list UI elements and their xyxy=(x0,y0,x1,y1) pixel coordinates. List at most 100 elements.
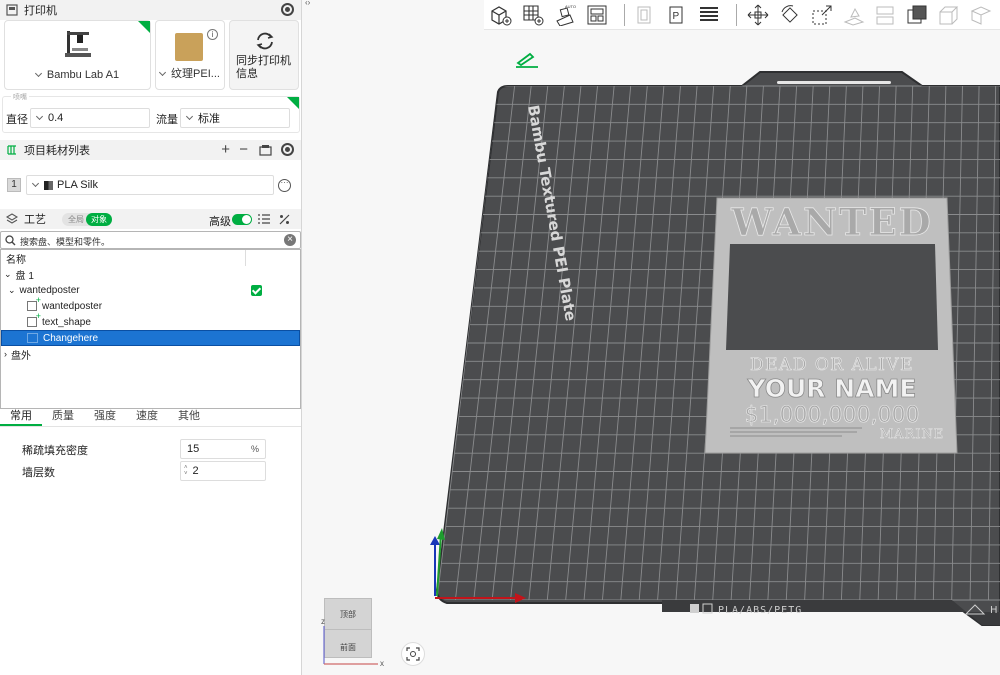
tree-row-part[interactable]: wantedposter xyxy=(1,295,300,314)
sync-button-label: 同步打印机 信息 xyxy=(236,55,291,80)
chevron-down-icon[interactable]: ⌄ xyxy=(4,269,12,280)
stepper-arrows-icon[interactable]: ˄ ˅ xyxy=(184,465,188,477)
advanced-switch[interactable] xyxy=(232,214,252,225)
fit-view-button[interactable] xyxy=(401,642,425,666)
filament-settings-gear-icon[interactable] xyxy=(281,143,294,156)
tree-header-name: 名称 xyxy=(6,254,26,266)
axis-x-label: x xyxy=(380,659,384,668)
process-layers-icon xyxy=(6,213,18,224)
sync-printer-button[interactable]: 同步打印机 信息 xyxy=(229,20,299,90)
3d-viewport[interactable]: ‹› AUTO P PLA/ABS/PETG H Bambu Textured … xyxy=(302,0,1000,675)
plate-thumbnail-icon xyxy=(175,33,203,61)
remove-filament-icon[interactable]: − xyxy=(239,140,248,160)
plate-type-text: 纹理PEI... xyxy=(171,68,220,80)
more-options-icon[interactable]: ··· xyxy=(278,179,291,192)
tab-speed[interactable]: 速度 xyxy=(126,407,168,426)
printer-settings-gear-icon[interactable] xyxy=(281,3,294,16)
chevron-down-icon xyxy=(31,179,40,187)
chevron-down-icon xyxy=(35,112,44,120)
global-object-toggle[interactable]: 全局 对象 xyxy=(62,213,112,226)
sync-icon xyxy=(256,32,274,50)
filament-section-title: 项目耗材列表 xyxy=(24,145,90,157)
part-label: Changehere xyxy=(43,332,99,344)
object-visible-checkbox[interactable] xyxy=(251,285,262,296)
chevron-down-icon xyxy=(34,69,42,78)
poster-name: YOUR NAME xyxy=(747,374,917,403)
filament-icon xyxy=(7,145,16,155)
wanted-poster-model[interactable]: WANTED DEAD OR ALIVE YOUR NAME $1,000,00… xyxy=(704,197,958,454)
printer-card[interactable]: Bambu Lab A1 xyxy=(4,20,151,90)
printer-section-header: 打印机 xyxy=(0,0,301,20)
plate-handle xyxy=(777,81,891,84)
add-filament-icon[interactable]: + xyxy=(221,140,230,160)
outside-label: 盘外 xyxy=(11,350,31,362)
printer-section-title: 打印机 xyxy=(24,5,57,17)
filament-name: PLA Silk xyxy=(57,179,98,191)
tab-common[interactable]: 常用 xyxy=(0,407,42,426)
filament-section-header: 项目耗材列表 + − xyxy=(0,140,301,160)
advanced-label: 高级 xyxy=(209,216,231,228)
view-cube-axes: z x xyxy=(321,617,384,668)
filament-sync-icon[interactable] xyxy=(259,144,272,156)
poster-subtitle: DEAD OR ALIVE xyxy=(750,355,914,375)
infill-density-value: 15 xyxy=(187,443,200,455)
flow-select[interactable]: 标准 xyxy=(180,108,290,128)
poster-photo-window xyxy=(726,244,938,350)
list-icon[interactable] xyxy=(258,214,270,224)
tab-strength[interactable]: 强度 xyxy=(84,407,126,426)
wall-loops-label: 墙层数 xyxy=(22,467,55,479)
filament-slot-number: 1 xyxy=(7,178,21,192)
printer-name: Bambu Lab A1 xyxy=(5,69,150,81)
plate-type-card[interactable]: i 纹理PEI... xyxy=(155,20,225,90)
part-label: wantedposter xyxy=(42,300,103,312)
search-placeholder: 搜索盘、模型和零件。 xyxy=(20,237,111,247)
infill-density-label: 稀疏填充密度 xyxy=(22,445,88,457)
object-label: wantedposter xyxy=(19,284,80,296)
nozzle-group-label: 喷嘴 xyxy=(11,92,29,102)
tab-other[interactable]: 其他 xyxy=(168,407,210,426)
info-icon[interactable]: i xyxy=(207,29,218,40)
poster-title: WANTED xyxy=(730,200,933,244)
wall-loops-stepper[interactable]: ˄ ˅ 2 xyxy=(180,461,266,481)
plate-label: 盘 1 xyxy=(15,270,34,282)
poster-reward: $1,000,000,000 xyxy=(745,403,920,428)
poster-small-text: MARINE xyxy=(880,427,945,442)
filament-select[interactable]: PLA Silk xyxy=(26,175,274,195)
tree-row-plate[interactable]: ⌄ 盘 1 xyxy=(1,266,300,282)
plate-corner-text: H xyxy=(990,605,998,616)
plate-type: 纹理PEI... xyxy=(156,65,224,81)
part-icon xyxy=(27,295,41,311)
chevron-down-icon xyxy=(185,112,194,120)
compare-icon[interactable] xyxy=(279,214,290,225)
tree-row-part[interactable]: text_shape xyxy=(1,311,300,330)
infill-density-input[interactable]: 15 % xyxy=(180,439,266,459)
tree-row-object[interactable]: ⌄ wantedposter xyxy=(1,282,300,298)
settings-tabs: 常用 质量 强度 速度 其他 xyxy=(0,407,301,427)
process-section-header: 工艺 全局 对象 高级 xyxy=(0,209,301,229)
toggle-object-label[interactable]: 对象 xyxy=(86,213,112,226)
part-label: text_shape xyxy=(42,316,91,328)
diameter-label: 直径 xyxy=(6,114,28,126)
printer-icon xyxy=(6,4,18,16)
chevron-down-icon xyxy=(159,68,167,77)
chevron-down-icon[interactable]: ⌄ xyxy=(8,285,16,296)
axis-z-label: z xyxy=(321,617,325,626)
printer-model-icon xyxy=(65,31,91,57)
tree-row-outside[interactable]: › 盘外 xyxy=(1,346,300,362)
flow-value: 标准 xyxy=(198,113,220,125)
part-icon xyxy=(27,311,41,327)
diameter-select[interactable]: 0.4 xyxy=(30,108,150,128)
filament-color-swatch xyxy=(44,180,53,190)
search-box[interactable]: 搜索盘、模型和零件。 × xyxy=(0,231,301,249)
printer-card-corner-mark xyxy=(138,21,150,33)
tab-quality[interactable]: 质量 xyxy=(42,407,84,426)
plate-material-text: PLA/ABS/PETG xyxy=(718,605,802,616)
process-section-title: 工艺 xyxy=(24,214,46,226)
tree-row-part-selected[interactable]: Changehere xyxy=(1,330,300,346)
toggle-global-label[interactable]: 全局 xyxy=(68,213,84,226)
zoom-fit-icon xyxy=(406,647,420,661)
build-plate-scene: PLA/ABS/PETG H Bambu Textured PEI Plate … xyxy=(430,71,1000,626)
chevron-right-icon[interactable]: › xyxy=(4,349,7,359)
tree-header: 名称 xyxy=(1,250,300,266)
clear-search-icon[interactable]: × xyxy=(284,234,296,246)
